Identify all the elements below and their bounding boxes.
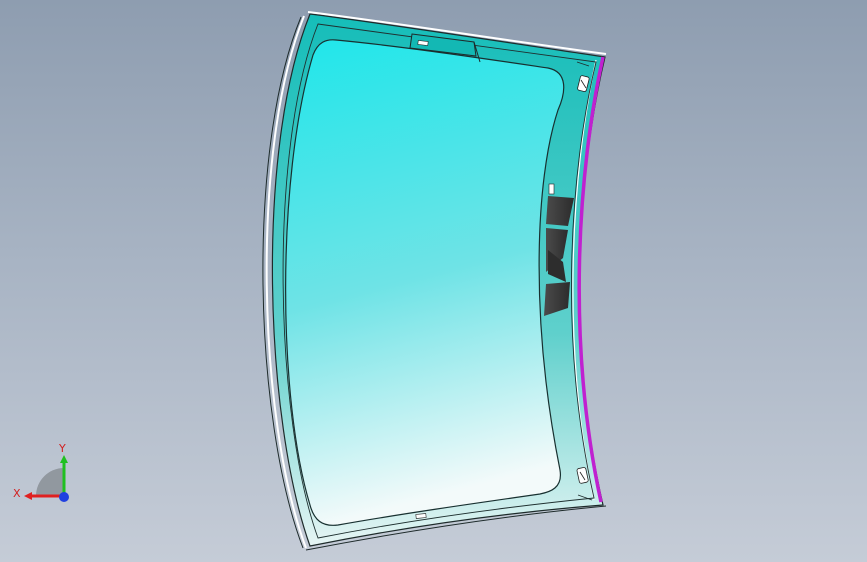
y-axis-arrowhead-icon bbox=[60, 455, 68, 463]
x-axis-label: X bbox=[13, 487, 21, 500]
triad-plane-icon bbox=[36, 468, 64, 496]
y-axis-label: Y bbox=[58, 442, 66, 455]
x-axis-arrowhead-icon bbox=[24, 492, 32, 500]
top-marker-icon bbox=[417, 40, 429, 46]
side-marker-icon bbox=[548, 183, 555, 195]
cad-viewport[interactable]: X Y bbox=[0, 0, 867, 562]
z-axis-dot-icon bbox=[59, 492, 69, 502]
glass-area[interactable] bbox=[285, 39, 565, 526]
windshield-model[interactable] bbox=[0, 0, 867, 562]
bottom-marker-icon bbox=[415, 513, 427, 519]
coordinate-triad: X Y bbox=[13, 442, 69, 502]
